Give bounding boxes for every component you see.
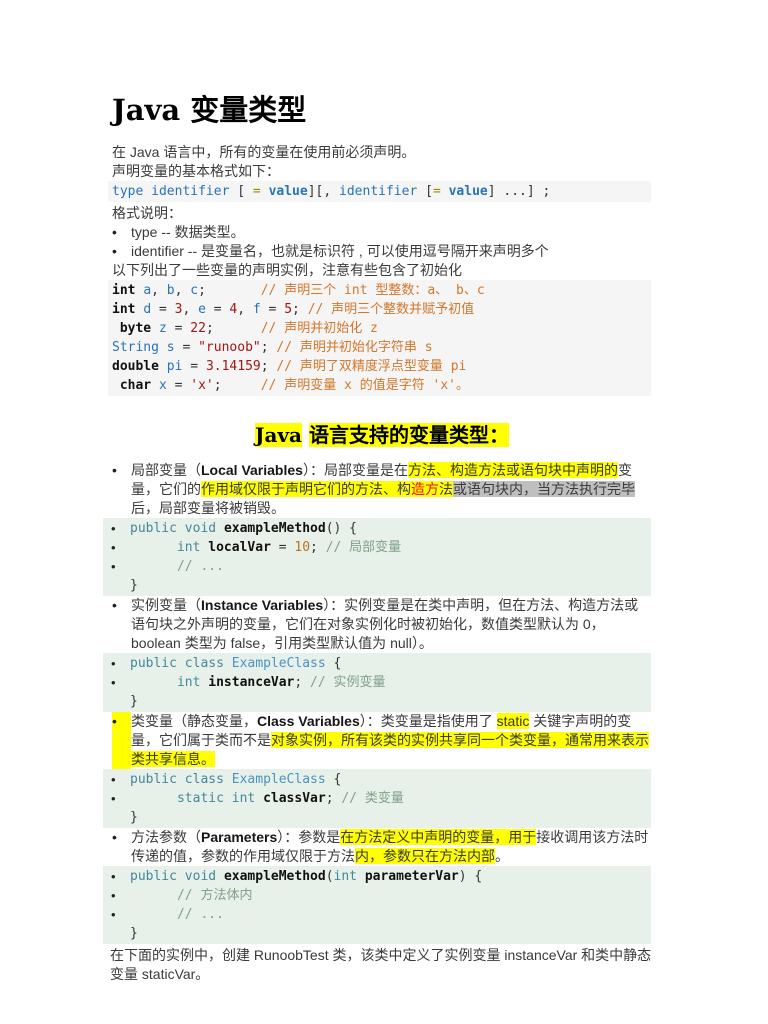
examples-note: 以下列出了一些变量的声明实例，注意有些包含了初始化 [112, 262, 462, 278]
code-line: • public void exampleMethod() { [103, 519, 651, 538]
bullet-spacer [103, 576, 130, 595]
bullet-icon: • [112, 462, 117, 478]
bullet-icon: • [111, 521, 116, 536]
code-line: • // 方法体内 [103, 886, 651, 905]
code-line: • // ... [103, 557, 651, 576]
code-line: double pi = 3.14159; // 声明了双精度浮点型变量 pi [112, 359, 467, 374]
code-line: • public void exampleMethod(int parameter… [103, 867, 651, 886]
vartype-local-item: • 局部变量（Local Variables）：局部变量是在方法、构造方法或语句… [112, 461, 652, 518]
explain-item-type: • type -- 数据类型。 [112, 223, 652, 242]
bullet-spacer [103, 924, 130, 943]
explain-item-type-text: type -- 数据类型。 [131, 224, 245, 240]
code-line: byte z = 22; // 声明并初始化 z [119, 321, 378, 336]
vartype-local-text: 局部变量（Local Variables）：局部变量是在方法、构造方法或语句块中… [131, 462, 635, 516]
bullet-icon: • [111, 540, 116, 555]
code-line: • public class ExampleClass { [103, 770, 651, 789]
bullet-spacer [103, 692, 130, 711]
vartype-parameters-text: 方法参数（Parameters）：参数是在方法定义中声明的变量，用于接收调用该方… [131, 829, 649, 864]
syntax-code-block: type identifier [ = value][, identifier … [108, 181, 651, 202]
bullet-icon: • [111, 791, 116, 806]
explain-item-identifier: • identifier -- 是变量名，也就是标识符 , 可以使用逗号隔开来声… [112, 242, 652, 261]
bullet-icon-highlighted: • [112, 712, 131, 769]
bullet-icon: • [112, 597, 117, 613]
code-line: int a, b, c; // 声明三个 int 型整数：a、 b、c [112, 283, 485, 298]
class-code-block: • public class ExampleClass { • static in… [103, 769, 651, 828]
closing-note: 在下面的实例中，创建 RunoobTest 类，该类中定义了实例变量 insta… [110, 947, 652, 982]
code-line: } [103, 924, 651, 943]
instance-code-block: • public class ExampleClass { • int insta… [103, 653, 651, 712]
code-line: type identifier [ = value][, identifier … [112, 184, 551, 199]
code-line: • // ... [103, 905, 651, 924]
code-line: int d = 3, e = 4, f = 5; // 声明三个整数并赋予初值 [112, 302, 475, 317]
bullet-icon: • [111, 675, 116, 690]
bullet-icon: • [111, 869, 116, 884]
bullet-icon: • [112, 829, 117, 845]
bullet-icon: • [111, 907, 116, 922]
code-line: } [103, 576, 651, 595]
local-code-block: • public void exampleMethod() { • int loc… [103, 518, 651, 596]
section-heading: Java 语言支持的变量类型： [112, 422, 652, 449]
parameters-code-block: • public void exampleMethod(int parameter… [103, 866, 651, 944]
vartype-instance-text: 实例变量（Instance Variables）：实例变量是在类中声明，但在方法… [131, 597, 639, 651]
bullet-icon: • [111, 559, 116, 574]
bullet-icon: • [111, 772, 116, 787]
bullet-spacer [103, 808, 130, 827]
code-line: } [103, 808, 651, 827]
vartype-parameters-item: • 方法参数（Parameters）：参数是在方法定义中声明的变量，用于接收调用… [112, 828, 652, 866]
explain-item-identifier-text: identifier -- 是变量名，也就是标识符 , 可以使用逗号隔开来声明多… [131, 243, 549, 259]
intro-line-1: 在 Java 语言中，所有的变量在使用前必须声明。 [112, 144, 416, 160]
page-title: Java 变量类型 [112, 93, 307, 127]
code-line: } [103, 692, 651, 711]
vartype-instance-item: • 实例变量（Instance Variables）：实例变量是在类中声明，但在… [112, 596, 652, 653]
code-line: char x = 'x'; // 声明变量 x 的值是字符 'x'。 [119, 378, 470, 393]
code-line: • int localVar = 10; // 局部变量 [103, 538, 651, 557]
vartype-class-item: • 类变量（静态变量，Class Variables）：类变量是指使用了 sta… [112, 712, 652, 769]
bullet-icon: • [111, 656, 116, 671]
code-line: • static int classVar; // 类变量 [103, 789, 651, 808]
format-note: 格式说明： [112, 205, 182, 221]
bullet-icon: • [112, 224, 117, 240]
code-line: • int instanceVar; // 实例变量 [103, 673, 651, 692]
bullet-icon: • [111, 888, 116, 903]
bullet-icon: • [112, 243, 117, 259]
declaration-code-block: int a, b, c; // 声明三个 int 型整数：a、 b、c int … [108, 280, 651, 396]
vartype-class-text: 类变量（静态变量，Class Variables）：类变量是指使用了 stati… [131, 713, 649, 767]
code-line: String s = "runoob"; // 声明并初始化字符串 s [112, 340, 433, 355]
section-heading-text: Java 语言支持的变量类型： [255, 423, 509, 447]
code-line: • public class ExampleClass { [103, 654, 651, 673]
page-content: Java 变量类型 在 Java 语言中，所有的变量在使用前必须声明。 声明变量… [103, 93, 652, 984]
intro-line-2: 声明变量的基本格式如下： [112, 163, 280, 179]
document-page: Java 变量类型 在 Java 语言中，所有的变量在使用前必须声明。 声明变量… [0, 0, 768, 1024]
